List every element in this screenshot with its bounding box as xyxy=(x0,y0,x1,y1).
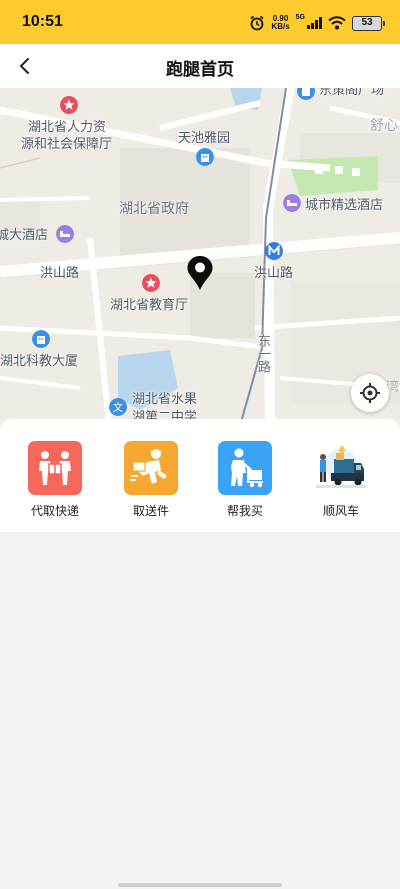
service-pickup-delivery[interactable]: 取送件 xyxy=(111,441,191,519)
crosshair-icon xyxy=(360,383,380,403)
net-speed-unit: KB/s xyxy=(271,22,290,31)
map-label: 城市精选酒店 xyxy=(305,198,384,213)
courier-running-icon xyxy=(130,449,167,484)
signal-icon xyxy=(307,17,322,29)
service-ride-share[interactable]: 顺风车 xyxy=(301,441,381,519)
building-poi-icon xyxy=(196,148,214,166)
service-label: 取送件 xyxy=(132,504,169,518)
net-speed: 0.90 KB/s xyxy=(271,15,289,31)
services-panel: 代取快递 取送件 帮我买 顺风车 xyxy=(0,419,400,532)
map-label: 城大酒店 xyxy=(0,228,49,243)
header-bar: 跑腿首页 xyxy=(0,44,400,88)
map-label: 东一路 xyxy=(255,334,270,373)
map-label: 舒心 xyxy=(370,118,398,134)
home-indicator[interactable] xyxy=(118,883,282,887)
school-poi-icon: 文 xyxy=(109,398,127,416)
network-type: 5G xyxy=(295,13,305,21)
locate-button[interactable] xyxy=(351,374,389,412)
status-time: 10:51 xyxy=(22,13,63,30)
service-icon-box xyxy=(28,441,82,495)
service-icon-box xyxy=(124,441,178,495)
service-pickup-express[interactable]: 代取快递 xyxy=(15,441,95,519)
hotel-poi-icon xyxy=(283,194,301,212)
map-view[interactable]: 文 东策阁广场 湖北省人力资 源和社会保障厅 舒心 天池雅园 湖北省政府 城市精… xyxy=(0,88,400,433)
service-buy-for-me[interactable]: 帮我买 xyxy=(205,441,285,519)
page-title: 跑腿首页 xyxy=(166,60,234,80)
package-handover-icon xyxy=(39,451,71,485)
status-icons: 0.90 KB/s 5G 53 xyxy=(249,12,385,34)
wifi-icon xyxy=(328,16,346,30)
shopping-cart-icon xyxy=(231,448,263,488)
building-poi-icon xyxy=(32,330,50,348)
battery-icon: 53 xyxy=(352,15,385,31)
alarm-icon xyxy=(250,15,264,31)
map-label: 湖北省水果 xyxy=(132,392,198,407)
service-icon-box xyxy=(314,441,368,495)
map-label: 湖北科教大厦 xyxy=(0,354,79,369)
location-pin-icon xyxy=(187,256,213,290)
star-poi-icon xyxy=(60,96,78,114)
moving-truck-icon xyxy=(316,445,366,488)
service-label: 代取快递 xyxy=(30,504,79,518)
map-label: 东策阁广场 xyxy=(319,88,385,98)
map-label: 源和社会保障厅 xyxy=(21,137,113,152)
service-label: 帮我买 xyxy=(226,504,263,518)
metro-station-icon xyxy=(265,242,283,260)
map-label: 洪山路 xyxy=(254,266,294,281)
map-label: 天池雅园 xyxy=(178,131,231,146)
star-poi-icon xyxy=(142,274,160,292)
map-label: 湖北省教育厅 xyxy=(110,298,189,313)
map-label: 洪山路 xyxy=(40,266,80,281)
svg-text:文: 文 xyxy=(113,401,123,414)
service-label: 顺风车 xyxy=(322,504,359,518)
service-icon-box xyxy=(218,441,272,495)
hotel-poi-icon xyxy=(56,225,74,243)
status-bar: 10:51 0.90 KB/s 5G 53 xyxy=(0,0,400,44)
map-label: 湖北省政府 xyxy=(119,201,189,217)
